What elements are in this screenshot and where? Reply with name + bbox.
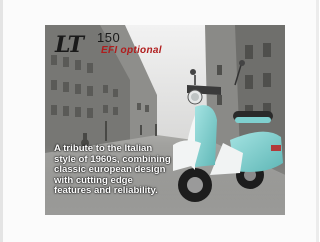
logo-model-number: 150 bbox=[97, 30, 121, 45]
left-border bbox=[0, 0, 3, 242]
banner-tagline: A tribute to the Italian style of 1960s,… bbox=[54, 143, 171, 197]
promo-banner[interactable]: LT 150 EFI optional A tribute to the Ita… bbox=[45, 25, 285, 215]
logo-main-text: LT bbox=[55, 32, 84, 58]
brand-logo: LT 150 EFI optional bbox=[55, 30, 162, 58]
right-border bbox=[316, 0, 319, 242]
logo-subtitle: EFI optional bbox=[101, 45, 162, 56]
